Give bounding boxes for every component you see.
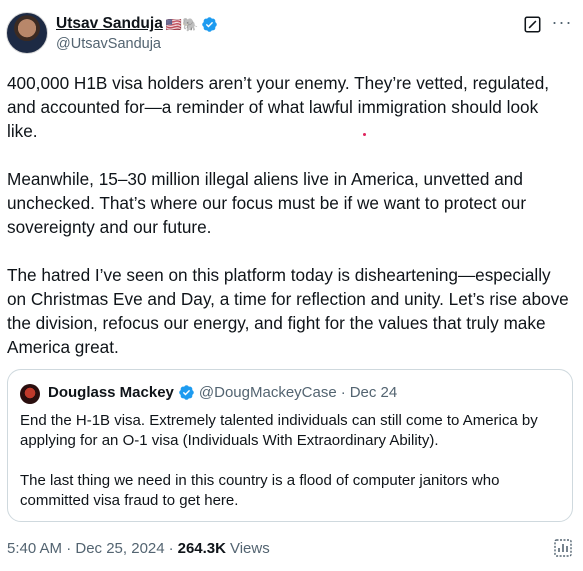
tweet-timestamp[interactable]: 5:40 AM · Dec 25, 2024 — [7, 540, 165, 557]
quoted-paragraph: End the H-1B visa. Extremely talented in… — [20, 412, 538, 449]
stray-dot — [363, 133, 366, 136]
tweet-footer: 5:40 AM · Dec 25, 2024 · 264.3K Views — [7, 540, 270, 557]
verified-badge-icon — [179, 385, 194, 400]
quoted-tweet-card[interactable]: Douglass Mackey @DougMackeyCase · Dec 24… — [7, 369, 573, 522]
tweet-paragraph: The hatred I’ve seen on this platform to… — [7, 265, 569, 357]
verified-badge-icon — [202, 16, 217, 32]
tweet-header: Utsav Sanduja 🇺🇸🐘 @UtsavSanduja ··· — [6, 12, 573, 56]
tweet-paragraph: Meanwhile, 15–30 million illegal aliens … — [7, 169, 527, 237]
views-label: Views — [229, 540, 270, 557]
more-icon[interactable]: ··· — [551, 13, 573, 35]
author-emojis: 🇺🇸🐘 — [165, 16, 199, 32]
quoted-author-handle: @DougMackeyCase — [198, 384, 337, 401]
quoted-author-avatar — [20, 384, 40, 404]
grok-icon[interactable] — [524, 16, 541, 33]
quoted-author-display-name: Douglass Mackey — [48, 384, 174, 401]
quoted-paragraph: The last thing we need in this country i… — [20, 472, 500, 509]
analytics-icon[interactable] — [553, 538, 573, 558]
tweet-paragraph: 400,000 H1B visa holders aren’t your ene… — [7, 73, 550, 141]
quoted-date: Dec 24 — [349, 384, 398, 401]
footer-separator: · — [168, 540, 174, 557]
author-handle[interactable]: @UtsavSanduja — [56, 36, 161, 52]
quoted-tweet-header: Douglass Mackey @DougMackeyCase · Dec 24 — [48, 384, 397, 401]
author-display-name[interactable]: Utsav Sanduja — [56, 15, 163, 33]
author-avatar[interactable] — [6, 12, 48, 54]
quoted-tweet-body: End the H-1B visa. Extremely talented in… — [20, 411, 565, 511]
author-name-row: Utsav Sanduja 🇺🇸🐘 — [56, 15, 218, 33]
views-count: 264.3K — [177, 540, 226, 557]
quoted-separator: · — [340, 384, 346, 401]
tweet-body: 400,000 H1B visa holders aren’t your ene… — [7, 71, 573, 359]
